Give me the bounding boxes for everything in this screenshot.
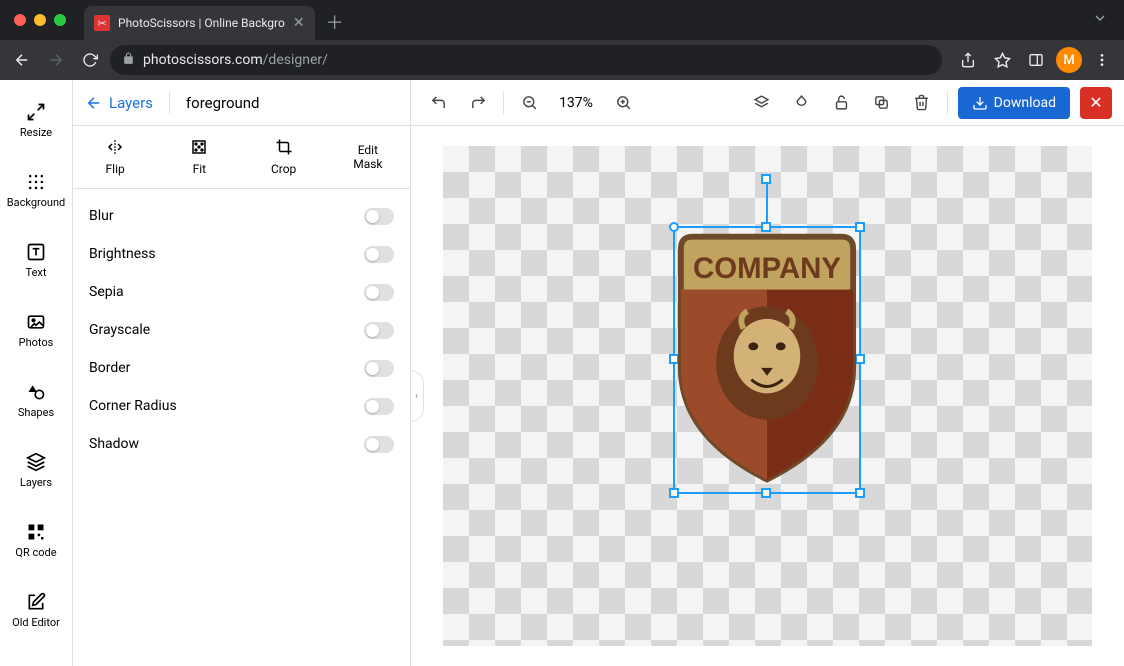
panel-header: Layers foreground bbox=[73, 80, 410, 126]
side-panel: Layers foreground Flip Fit Crop Edit Mas… bbox=[73, 80, 411, 666]
prop-grayscale-toggle[interactable] bbox=[364, 322, 394, 339]
rail-label: Text bbox=[26, 266, 47, 279]
rail-item-resize[interactable]: Resize bbox=[0, 90, 72, 150]
unlock-icon[interactable] bbox=[827, 88, 857, 118]
redo-button[interactable] bbox=[463, 88, 493, 118]
undo-button[interactable] bbox=[423, 88, 453, 118]
canvas-object-logo[interactable]: COMPANY bbox=[675, 228, 859, 492]
prop-sepia: Sepia bbox=[89, 273, 394, 311]
trash-icon[interactable] bbox=[907, 88, 937, 118]
prop-blur-toggle[interactable] bbox=[364, 208, 394, 225]
nav-back-button[interactable] bbox=[8, 46, 36, 74]
logo-text: COMPANY bbox=[693, 252, 841, 285]
canvas-area: 137% Download ✕ ‹ bbox=[411, 80, 1124, 666]
download-label: Download bbox=[994, 95, 1056, 111]
rail-item-background[interactable]: Background bbox=[0, 160, 72, 220]
prop-brightness-toggle[interactable] bbox=[364, 246, 394, 263]
nav-forward-button[interactable] bbox=[42, 46, 70, 74]
tool-label: Crop bbox=[271, 162, 296, 176]
selection-box[interactable]: COMPANY bbox=[673, 226, 861, 494]
back-label: Layers bbox=[109, 94, 153, 112]
left-rail: Resize Background Text Photos Shapes Lay… bbox=[0, 80, 73, 666]
browser-tab[interactable]: ✂ PhotoScissors | Online Backgro ✕ bbox=[84, 6, 315, 40]
profile-avatar[interactable]: M bbox=[1056, 47, 1082, 73]
window-zoom-icon[interactable] bbox=[54, 14, 66, 26]
rail-label: Background bbox=[7, 196, 65, 209]
rail-item-text[interactable]: Text bbox=[0, 230, 72, 290]
panel-collapse-handle[interactable]: ‹ bbox=[411, 370, 424, 422]
rail-item-layers[interactable]: Layers bbox=[0, 440, 72, 500]
prop-brightness: Brightness bbox=[89, 235, 394, 273]
prop-sepia-toggle[interactable] bbox=[364, 284, 394, 301]
new-tab-button[interactable]: ＋ bbox=[321, 8, 349, 36]
window-close-icon[interactable] bbox=[14, 14, 26, 26]
prop-shadow-toggle[interactable] bbox=[364, 436, 394, 453]
window-controls bbox=[8, 0, 84, 40]
rotate-handle[interactable] bbox=[761, 174, 771, 184]
prop-shadow: Shadow bbox=[89, 425, 394, 463]
copy-icon[interactable] bbox=[867, 88, 897, 118]
divider bbox=[169, 92, 170, 114]
tab-title: PhotoScissors | Online Backgro bbox=[118, 16, 285, 30]
tabs-overflow-icon[interactable] bbox=[1092, 10, 1108, 30]
address-bar[interactable]: photoscissors.com/designer/ bbox=[110, 45, 942, 75]
rail-item-old-editor[interactable]: Old Editor bbox=[0, 580, 72, 640]
tool-fit-button[interactable]: Fit bbox=[157, 126, 241, 188]
rail-label: Old Editor bbox=[12, 616, 60, 629]
tool-label: Edit Mask bbox=[353, 143, 382, 171]
tool-edit-mask-button[interactable]: Edit Mask bbox=[326, 126, 410, 188]
prop-border-toggle[interactable] bbox=[364, 360, 394, 377]
tool-flip-button[interactable]: Flip bbox=[73, 126, 157, 188]
bookmark-star-icon[interactable] bbox=[988, 46, 1016, 74]
tool-label: Flip bbox=[106, 162, 125, 176]
prop-corner-radius: Corner Radius bbox=[89, 387, 394, 425]
canvas-toolbar: 137% Download ✕ bbox=[411, 80, 1124, 126]
panel-toolbar: Flip Fit Crop Edit Mask bbox=[73, 126, 410, 189]
prop-blur: Blur bbox=[89, 197, 394, 235]
close-button[interactable]: ✕ bbox=[1080, 87, 1112, 119]
prop-border: Border bbox=[89, 349, 394, 387]
properties-list: Blur Brightness Sepia Grayscale Border C… bbox=[73, 189, 410, 471]
rail-item-shapes[interactable]: Shapes bbox=[0, 370, 72, 430]
zoom-value: 137% bbox=[554, 95, 598, 111]
rail-item-qrcode[interactable]: QR code bbox=[0, 510, 72, 570]
side-panel-icon[interactable] bbox=[1022, 46, 1050, 74]
browser-tab-bar: ✂ PhotoScissors | Online Backgro ✕ ＋ bbox=[0, 0, 1124, 40]
window-minimize-icon[interactable] bbox=[34, 14, 46, 26]
url-text: photoscissors.com/designer/ bbox=[143, 52, 328, 68]
tool-label: Fit bbox=[193, 162, 206, 176]
layers-icon[interactable] bbox=[747, 88, 777, 118]
tab-favicon-icon: ✂ bbox=[94, 15, 110, 31]
prop-grayscale: Grayscale bbox=[89, 311, 394, 349]
rail-item-photos[interactable]: Photos bbox=[0, 300, 72, 360]
canvas-viewport[interactable]: ‹ bbox=[411, 126, 1124, 666]
browser-toolbar: photoscissors.com/designer/ M bbox=[0, 40, 1124, 80]
kebab-menu-icon[interactable] bbox=[1088, 46, 1116, 74]
rail-label: Resize bbox=[20, 126, 52, 139]
rail-label: QR code bbox=[15, 546, 56, 559]
rail-label: Shapes bbox=[18, 406, 54, 419]
nav-reload-button[interactable] bbox=[76, 46, 104, 74]
back-to-layers-button[interactable]: Layers bbox=[85, 94, 153, 112]
breadcrumb-current: foreground bbox=[186, 94, 260, 112]
share-icon[interactable] bbox=[954, 46, 982, 74]
zoom-out-button[interactable] bbox=[514, 88, 544, 118]
prop-corner-radius-toggle[interactable] bbox=[364, 398, 394, 415]
rail-label: Layers bbox=[20, 476, 52, 489]
drop-icon[interactable] bbox=[787, 88, 817, 118]
zoom-in-button[interactable] bbox=[608, 88, 638, 118]
tool-crop-button[interactable]: Crop bbox=[242, 126, 326, 188]
tab-close-icon[interactable]: ✕ bbox=[293, 15, 305, 31]
rail-label: Photos bbox=[19, 336, 54, 349]
download-button[interactable]: Download bbox=[958, 87, 1070, 119]
lock-icon bbox=[122, 52, 135, 68]
